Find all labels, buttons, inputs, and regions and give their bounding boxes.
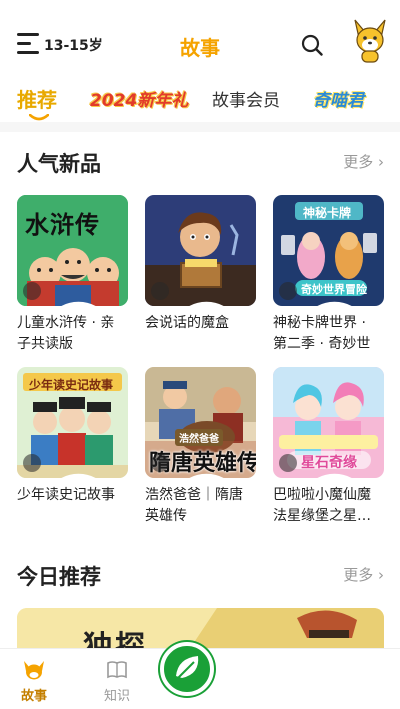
fox-mascot-icon: [24, 661, 44, 680]
fox-mascot-icon[interactable]: [353, 16, 387, 64]
story-cover: 神秘卡牌 奇妙世界冒险: [273, 195, 384, 306]
today-section-header: 今日推荐 更多 ›: [17, 561, 384, 591]
tab-qimiaojun[interactable]: 奇喵君: [313, 86, 364, 111]
story-title: 巴啦啦小魔仙魔法星缘堡之星…: [273, 487, 371, 524]
story-title: 浩然爸爸｜隋唐英雄传: [145, 487, 243, 524]
popular-section-title: 人气新品: [17, 152, 101, 176]
headphone-icon: [23, 282, 96, 306]
story-cover: 少年读史记故事: [17, 367, 128, 478]
active-tab-indicator: [29, 114, 49, 121]
cover-subtitle-text: 浩然爸爸: [175, 429, 223, 446]
headphone-icon: [279, 282, 352, 306]
story-cover: 浩然爸爸 隋唐英雄传: [145, 367, 256, 478]
story-title: 会说话的魔盒: [145, 315, 229, 331]
floating-app-button[interactable]: [158, 640, 216, 698]
story-cover: 星石奇缘: [273, 367, 384, 478]
story-cover: [145, 195, 256, 306]
headphone-icon: [23, 454, 96, 478]
story-title: 神秘卡牌世界 · 第二季 · 奇妙世界…: [273, 315, 371, 352]
page-title: 故事: [180, 36, 220, 60]
tab-story-membership[interactable]: 故事会员: [212, 86, 280, 111]
app-header: 13-15岁 故事: [0, 0, 400, 82]
cover-title-text: 少年读史记故事: [29, 378, 114, 392]
tab-2024-new-year[interactable]: 2024新年礼: [90, 86, 188, 111]
category-tabs: 推荐 2024新年礼 故事会员 奇喵君: [0, 82, 400, 122]
section-divider: [0, 122, 400, 132]
nav-item-knowledge[interactable]: 知识: [97, 659, 137, 704]
search-icon[interactable]: [301, 34, 323, 56]
story-title: 儿童水浒传 · 亲子共读版: [17, 315, 115, 352]
headphone-icon: [151, 454, 224, 478]
headphone-icon: [279, 454, 352, 478]
nav-item-story[interactable]: 故事: [14, 659, 54, 704]
cover-title-text: 水浒传: [25, 211, 100, 239]
leaf-logo-icon: [160, 642, 214, 696]
cover-title-text: 神秘卡牌: [303, 206, 352, 220]
book-icon: [107, 661, 127, 679]
tab-recommend[interactable]: 推荐: [17, 84, 57, 113]
nav-label-knowledge: 知识: [103, 689, 130, 704]
headphone-icon: [151, 282, 224, 306]
popular-section-header: 人气新品 更多 ›: [17, 148, 384, 178]
nav-label-story: 故事: [20, 689, 47, 704]
today-more-link[interactable]: 更多 ›: [343, 564, 384, 585]
popular-more-link[interactable]: 更多 ›: [343, 151, 384, 172]
story-title: 少年读史记故事: [17, 487, 115, 503]
story-cover: 水浒传: [17, 195, 128, 306]
today-section-title: 今日推荐: [17, 565, 101, 589]
